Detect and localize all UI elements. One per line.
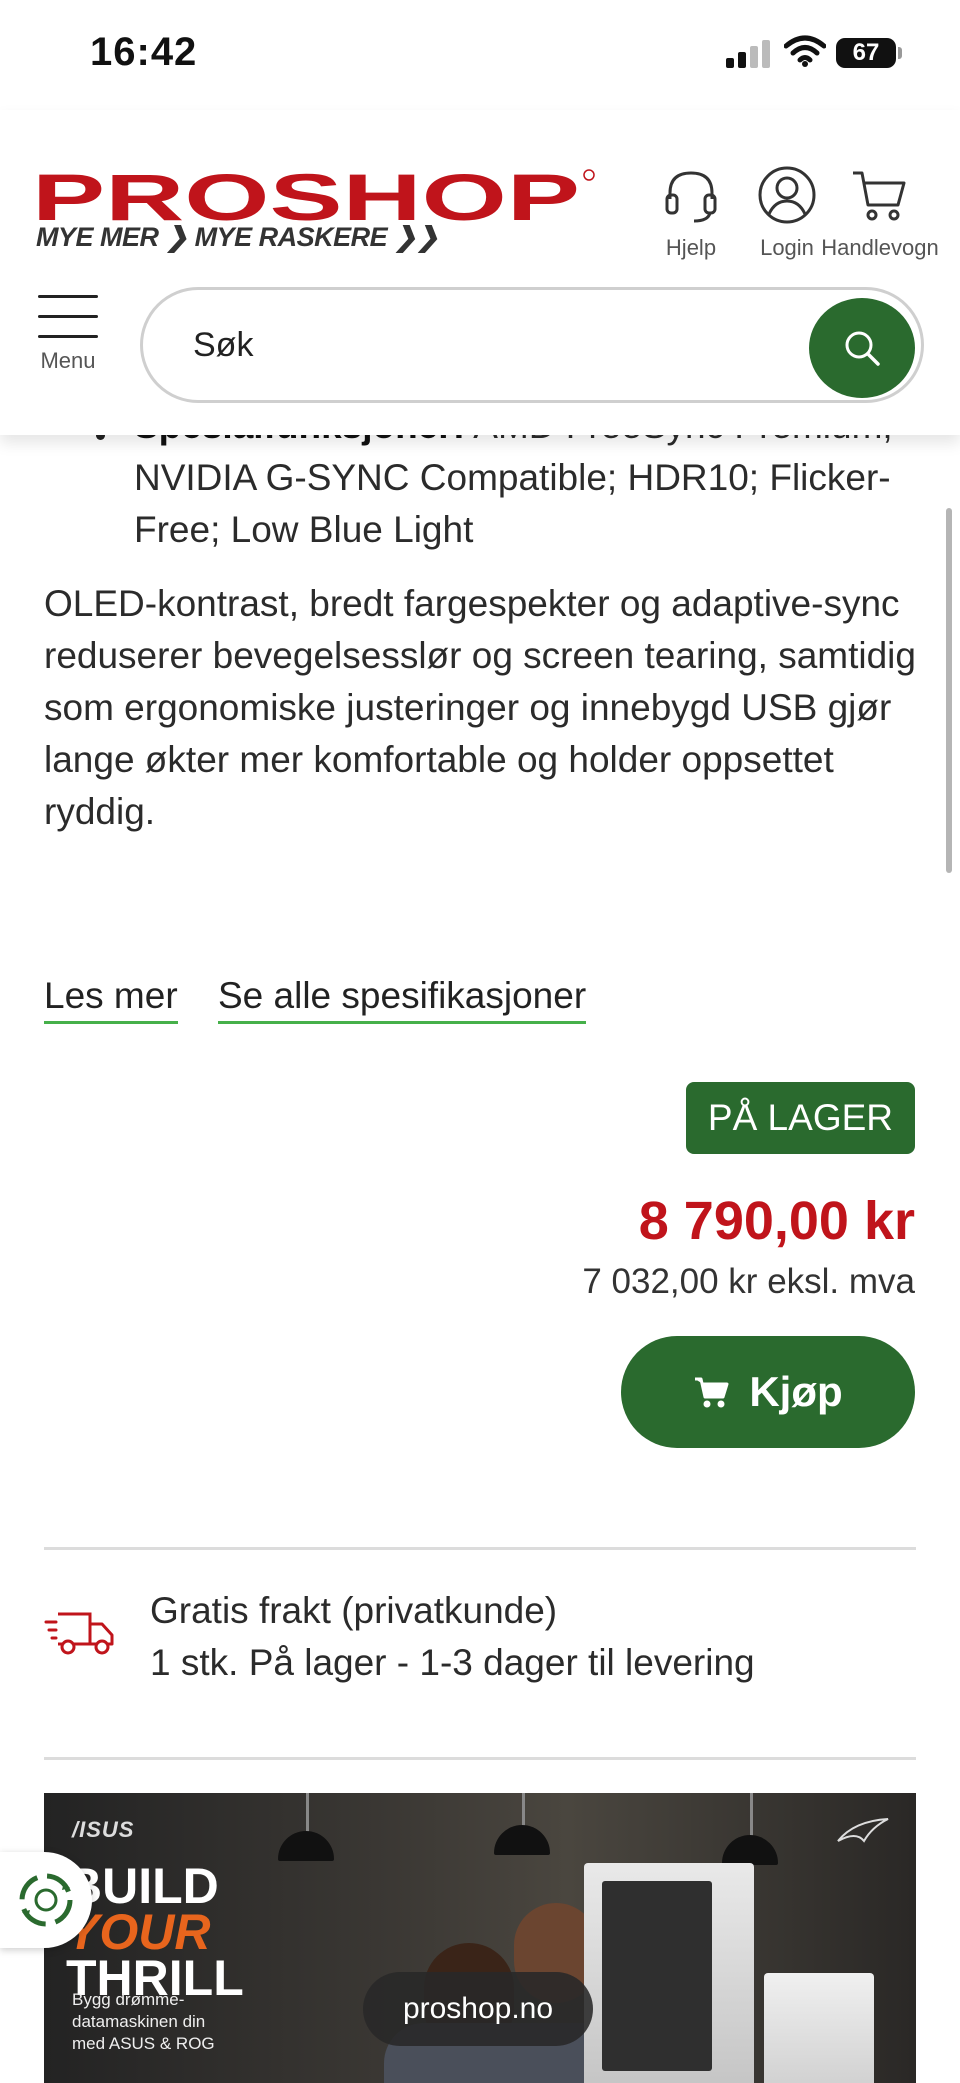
shipping-line-1: Gratis frakt (privatkunde): [150, 1590, 558, 1631]
hamburger-icon-bar: [38, 335, 98, 338]
cart-label: Handlevogn: [821, 235, 939, 260]
browser-url-pill[interactable]: proshop.no: [363, 1972, 593, 2046]
user-icon: [758, 166, 816, 224]
status-bar: 16:42 67: [0, 0, 960, 110]
search-icon: [845, 331, 880, 366]
wifi-icon: [784, 35, 826, 67]
hamburger-icon: [38, 295, 98, 298]
shipping-line-2: 1 stk. På lager - 1-3 dager til levering: [150, 1642, 755, 1683]
menu-label: Menu: [40, 348, 96, 373]
banner-headline-1: BUILD: [66, 1858, 219, 1914]
lamp-cord: [750, 1793, 753, 1837]
rog-logo-icon: [837, 1818, 889, 1843]
recycle-icon: [19, 1873, 73, 1927]
shipping-info: Gratis frakt (privatkunde) 1 stk. På lag…: [150, 1585, 755, 1689]
search-button[interactable]: [809, 298, 915, 398]
battery-indicator: 67: [836, 38, 896, 68]
banner-headline-2: YOUR: [66, 1904, 211, 1960]
lamp-cord: [522, 1793, 525, 1827]
buy-button[interactable]: Kjøp: [621, 1336, 915, 1448]
headset-icon: [665, 171, 717, 223]
cellular-signal-icon: [726, 40, 772, 68]
banner-subtext: Bygg drømme-datamaskinen din med ASUS & …: [72, 1990, 215, 2053]
shopping-cart-icon: [853, 171, 906, 221]
search-bar: [140, 287, 924, 403]
buy-button-label: Kjøp: [749, 1368, 843, 1415]
battery-cap: [898, 47, 902, 59]
help-button[interactable]: Hjelp: [656, 165, 726, 261]
all-specs-link[interactable]: Se alle spesifikasjoner: [218, 975, 587, 1024]
lamp-cord: [306, 1793, 309, 1833]
stock-badge: PÅ LAGER: [685, 1082, 915, 1154]
price: 8 790,00 kr: [638, 1191, 915, 1251]
banner-pc-small-image: [764, 1973, 874, 2083]
divider: [44, 1757, 916, 1760]
login-button[interactable]: Login: [752, 165, 822, 261]
read-more-link[interactable]: Les mer: [44, 975, 178, 1024]
help-label: Hjelp: [665, 235, 717, 260]
menu-button[interactable]: Menu: [36, 295, 100, 374]
delivery-truck-icon: [44, 1612, 114, 1655]
cart-button[interactable]: Handlevogn: [818, 165, 942, 261]
login-label: Login: [760, 235, 814, 260]
status-time: 16:42: [90, 30, 198, 74]
tagline: MYE MER ❯ MYE RASKERE ❯❯: [36, 222, 439, 252]
banner-pc-image: [584, 1863, 754, 2083]
price-ex-vat: 7 032,00 kr eksl. mva: [582, 1262, 915, 1301]
divider: [44, 1547, 916, 1550]
product-description: OLED-kontrast, bredt fargespekter og ada…: [44, 583, 916, 832]
site-header: PROSHOP MYE MER ❯ MYE RASKERE ❯❯ Hjelp L…: [0, 110, 960, 435]
hamburger-icon-bar: [38, 315, 98, 318]
banner-headline: BUILD YOUR THRILL: [66, 1858, 244, 2003]
cart-icon: [695, 1377, 729, 1408]
eco-badge-button[interactable]: [0, 1852, 92, 1948]
banner-brand: /ISUS: [72, 1817, 135, 1842]
search-input[interactable]: [191, 314, 755, 376]
page-scrollbar[interactable]: [946, 508, 952, 873]
